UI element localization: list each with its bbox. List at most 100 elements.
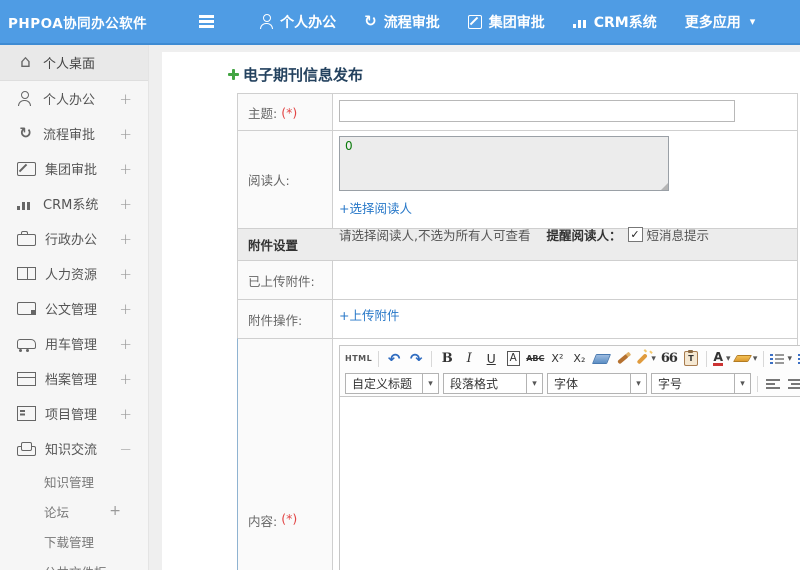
expand-plus-icon[interactable]: + (119, 300, 132, 318)
sidebar-item-vehicle-management[interactable]: 用车管理 + (0, 326, 148, 361)
sidebar-subitem-public-file-cabinet[interactable]: 公共文件柜 (0, 556, 148, 570)
subject-input[interactable] (339, 100, 735, 122)
sidebar-item-knowledge-exchange[interactable]: 知识交流 − (0, 431, 148, 466)
redo-button[interactable] (407, 349, 425, 369)
italic-button[interactable]: I (460, 349, 478, 369)
topnav-group-approval[interactable]: 集团审批 (467, 12, 545, 32)
subscript-button[interactable]: X₂ (570, 349, 588, 369)
subject-row: 主题: (*) (237, 94, 797, 130)
bold-button[interactable]: B (438, 349, 456, 369)
subject-label: 主题: (*) (238, 94, 333, 130)
sms-checkbox[interactable] (627, 227, 643, 242)
readers-textarea[interactable]: 0 (339, 136, 669, 191)
publish-form: 主题: (*) 阅读人: 0 +选择阅读人 请选择阅读人,不选为所有人可查看 提… (237, 93, 800, 570)
remind-readers-label: 提醒阅读人： (546, 228, 622, 243)
sidebar-subitem-label: 下载管理 (44, 534, 95, 550)
expand-plus-icon[interactable]: + (109, 503, 121, 519)
sidebar-subitem-forum[interactable]: 论坛 + (0, 496, 148, 526)
sidebar-item-label: 行政办公 (45, 233, 98, 248)
chevron-down-icon (787, 354, 792, 364)
sidebar-subitem-label: 论坛 (44, 504, 70, 520)
font-size-select[interactable]: 字号 (651, 373, 751, 394)
font-family-select[interactable]: 字体 (547, 373, 647, 394)
topnav-workflow-approval[interactable]: 流程审批 (364, 12, 440, 32)
sidebar-item-workflow-approval[interactable]: 流程审批 + (0, 116, 148, 151)
align-center-button[interactable] (786, 374, 800, 394)
edit-square-icon (17, 161, 36, 176)
chevron-down-icon (526, 374, 542, 393)
chevron-down-icon (734, 374, 750, 393)
sidebar-item-archive-management[interactable]: 档案管理 + (0, 361, 148, 396)
auto-typeset-button[interactable] (636, 349, 656, 369)
custom-heading-select[interactable]: 自定义标题 (345, 373, 439, 394)
expand-plus-icon[interactable]: + (119, 90, 132, 108)
person-icon (17, 91, 34, 106)
resize-handle[interactable] (661, 183, 668, 190)
sidebar-item-label: 项目管理 (45, 408, 98, 423)
sidebar-subitem-label: 知识管理 (44, 474, 95, 490)
topnav-label: 流程审批 (383, 14, 440, 31)
topnav-label: CRM系统 (593, 14, 657, 31)
strikethrough-button[interactable]: ABC (526, 349, 544, 369)
page-title: 电子期刊信息发布 (243, 65, 364, 84)
sidebar-subitem-knowledge-management[interactable]: 知识管理 (0, 466, 148, 496)
expand-plus-icon[interactable]: + (119, 230, 132, 248)
sidebar-item-label: 知识交流 (45, 443, 98, 458)
topnav-more-apps[interactable]: 更多应用 (685, 12, 756, 32)
font-color-button[interactable]: A (713, 349, 731, 369)
topnav-personal-office[interactable]: 个人办公 (259, 12, 336, 32)
select-readers-link[interactable]: +选择阅读人 (339, 198, 412, 217)
bar-chart-icon (17, 197, 34, 210)
sidebar-subitem-download-management[interactable]: 下载管理 (0, 526, 148, 556)
html-source-button[interactable]: HTML (345, 349, 372, 369)
document-icon (17, 302, 36, 315)
sidebar-item-personal-desktop[interactable]: 个人桌面 (0, 45, 148, 81)
hamburger-menu-icon[interactable] (199, 15, 219, 29)
superscript-button[interactable]: X² (548, 349, 566, 369)
underline-button[interactable]: U (482, 349, 500, 369)
book-icon (17, 267, 36, 280)
expand-plus-icon[interactable]: + (119, 125, 132, 143)
blockquote-button[interactable]: 66 (660, 349, 678, 369)
eraser-icon (591, 353, 611, 364)
expand-plus-icon[interactable]: + (119, 195, 132, 213)
rich-text-editor: HTML B I U A ABC X² X₂ (339, 345, 800, 570)
expand-plus-icon[interactable]: + (119, 335, 132, 353)
magic-wand-icon (636, 353, 648, 364)
briefcase-icon (17, 230, 36, 246)
undo-button[interactable] (385, 349, 403, 369)
unordered-list-button[interactable] (796, 349, 800, 369)
ordered-list-button[interactable] (770, 349, 792, 369)
expand-plus-icon[interactable]: + (119, 370, 132, 388)
sidebar-item-human-resources[interactable]: 人力资源 + (0, 256, 148, 291)
collapse-minus-icon[interactable]: − (119, 440, 132, 458)
text-style-button[interactable]: A (504, 349, 522, 369)
expand-plus-icon[interactable]: + (119, 405, 132, 423)
person-icon (259, 14, 273, 29)
sidebar-item-admin-office[interactable]: 行政办公 + (0, 221, 148, 256)
expand-plus-icon[interactable]: + (119, 160, 132, 178)
sidebar-item-project-management[interactable]: 项目管理 + (0, 396, 148, 431)
sidebar-item-label: 集团审批 (45, 163, 98, 178)
sidebar-item-label: 个人办公 (43, 93, 96, 108)
format-painter-button[interactable] (614, 349, 632, 369)
home-icon (17, 54, 34, 71)
sidebar-item-group-approval[interactable]: 集团审批 + (0, 151, 148, 186)
expand-plus-icon[interactable]: + (119, 265, 132, 283)
sidebar-item-document-management[interactable]: 公文管理 + (0, 291, 148, 326)
upload-attachment-link[interactable]: +上传附件 (339, 305, 399, 324)
sidebar-item-crm-system[interactable]: CRM系统 + (0, 186, 148, 221)
workflow-icon (17, 126, 34, 141)
paste-as-text-button[interactable] (682, 349, 700, 369)
edit-square-icon (467, 14, 482, 29)
sidebar-item-personal-office[interactable]: 个人办公 + (0, 81, 148, 116)
toolbar-separator (757, 375, 758, 392)
editor-content-area[interactable] (340, 396, 800, 570)
content-row: 内容: (*) HTML B I U A ABC (237, 338, 800, 570)
topnav-crm-system[interactable]: CRM系统 (572, 12, 657, 32)
topbar: PHPOA协同办公软件 个人办公 流程审批 集团审批 CRM系统 更多应用 (0, 0, 800, 45)
remove-format-button[interactable] (591, 349, 611, 369)
highlight-color-button[interactable] (732, 349, 758, 369)
align-left-button[interactable] (764, 374, 782, 394)
paragraph-format-select[interactable]: 段落格式 (443, 373, 543, 394)
